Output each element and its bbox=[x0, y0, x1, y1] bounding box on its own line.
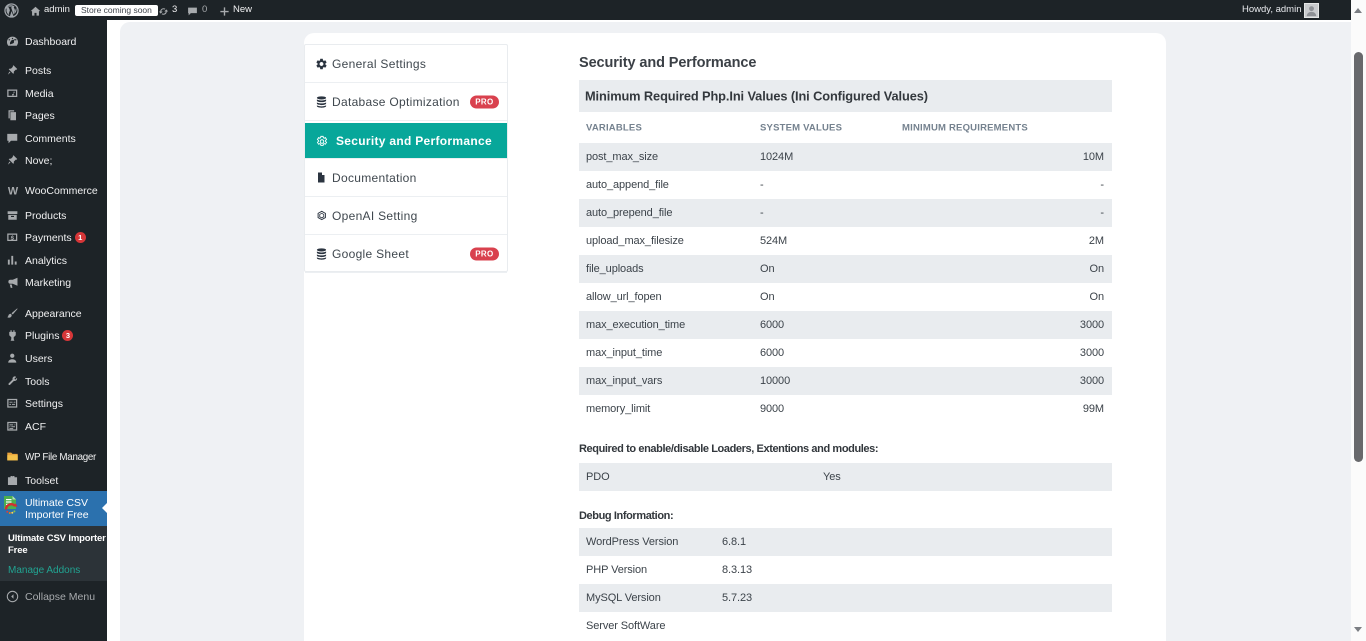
svg-text:W: W bbox=[8, 186, 19, 198]
